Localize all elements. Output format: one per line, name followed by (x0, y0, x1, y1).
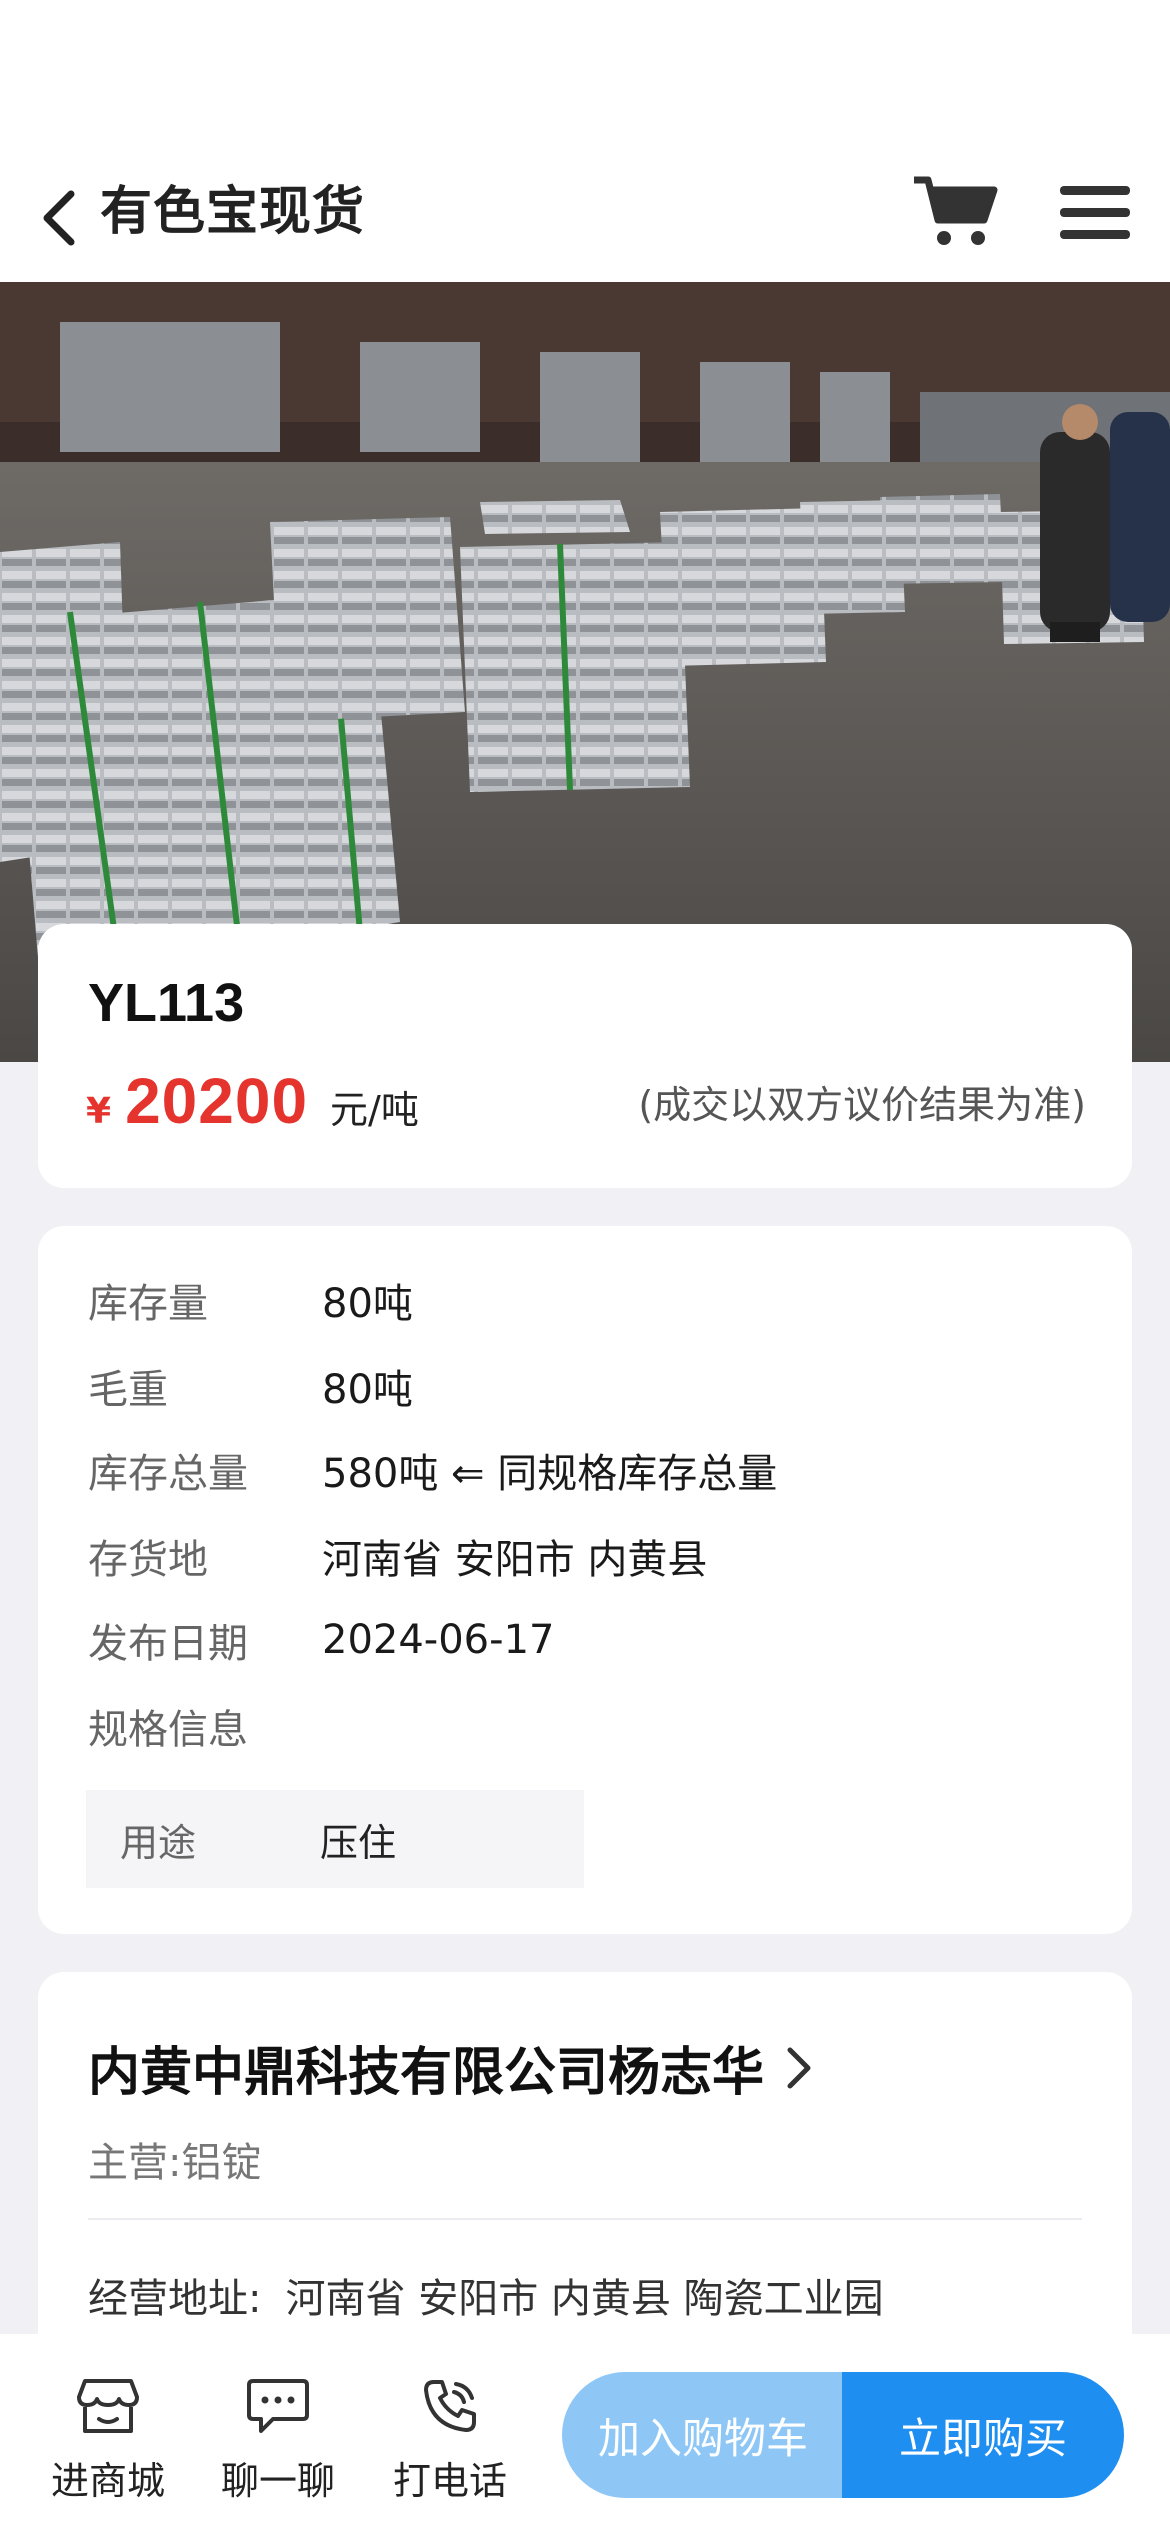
store-icon (76, 2374, 140, 2438)
back-button[interactable] (34, 186, 84, 250)
company-name: 内黄中鼎科技有限公司杨志华 (88, 2043, 765, 2103)
company-address: 经营地址: 河南省 安阳市 内黄县 陶瓷工业园 (88, 2266, 884, 2324)
chevron-right-icon (784, 2044, 814, 2092)
spec-value: 压住 (320, 1820, 397, 1865)
chevron-left-icon (43, 190, 75, 246)
currency-symbol: ¥ (86, 1091, 112, 1132)
detail-row-stock: 库存量 80吨 (88, 1270, 413, 1330)
cart-icon (914, 176, 998, 245)
cart-button[interactable] (912, 174, 998, 250)
phone-label: 打电话 (392, 2459, 507, 2503)
divider (88, 2218, 1082, 2220)
call-button[interactable]: 打电话 (388, 2374, 512, 2505)
detail-row-publish-date: 发布日期 2024-06-17 (88, 1610, 554, 1670)
detail-label: 发布日期 (88, 1621, 248, 1667)
detail-value: 80吨 (322, 1367, 413, 1413)
status-bar-area (0, 0, 1170, 170)
detail-label: 规格信息 (88, 1707, 248, 1753)
hamburger-menu-icon (1060, 186, 1130, 239)
detail-value: 80吨 (322, 1281, 413, 1327)
detail-row-location: 存货地 河南省 安阳市 内黄县 (88, 1526, 707, 1586)
price-row: ¥ 20200 元/吨 (86, 1064, 419, 1144)
detail-value: 河南省 安阳市 内黄县 (322, 1537, 708, 1583)
address-value: 河南省 安阳市 内黄县 陶瓷工业园 (285, 2276, 884, 2322)
buy-now-button[interactable]: 立即购买 (842, 2372, 1124, 2498)
address-label: 经营地址: (88, 2276, 262, 2322)
shop-button[interactable]: 进商城 (46, 2374, 170, 2505)
chat-button[interactable]: 聊一聊 (216, 2374, 340, 2505)
detail-value: 2024-06-17 (322, 1617, 555, 1663)
detail-value: 580吨 ⇐ 同规格库存总量 (322, 1451, 778, 1497)
detail-label: 库存总量 (88, 1451, 248, 1497)
detail-label: 毛重 (88, 1367, 168, 1413)
price-value: 20200 (125, 1065, 309, 1137)
page-title: 有色宝现货 (100, 182, 366, 242)
phone-icon (418, 2374, 482, 2438)
detail-card: 库存量 80吨 毛重 80吨 库存总量 580吨 ⇐ 同规格库存总量 存货地 河… (38, 1226, 1132, 1934)
price-unit: 元/吨 (330, 1088, 419, 1132)
chat-label: 聊一聊 (220, 2459, 335, 2503)
detail-row-gross-weight: 毛重 80吨 (88, 1356, 413, 1416)
menu-button[interactable] (1058, 180, 1132, 246)
shop-label: 进商城 (50, 2459, 165, 2503)
detail-label: 库存量 (88, 1281, 208, 1327)
price-note: (成交以双方议价结果为准) (638, 1083, 1086, 1127)
detail-label: 存货地 (88, 1537, 208, 1583)
chat-icon (246, 2374, 310, 2438)
spec-label: 用途 (120, 1820, 197, 1865)
detail-row-spec-info: 规格信息 (88, 1696, 322, 1756)
price-card: YL113 ¥ 20200 元/吨 (成交以双方议价结果为准) (38, 924, 1132, 1188)
add-to-cart-button[interactable]: 加入购物车 (562, 2372, 844, 2498)
product-name: YL113 (88, 973, 245, 1033)
spec-table: 用途 压住 (86, 1790, 584, 1888)
main-business: 主营:铝锭 (88, 2140, 262, 2186)
detail-row-total-stock: 库存总量 580吨 ⇐ 同规格库存总量 (88, 1440, 777, 1500)
company-link[interactable]: 内黄中鼎科技有限公司杨志华 (88, 2030, 814, 2105)
